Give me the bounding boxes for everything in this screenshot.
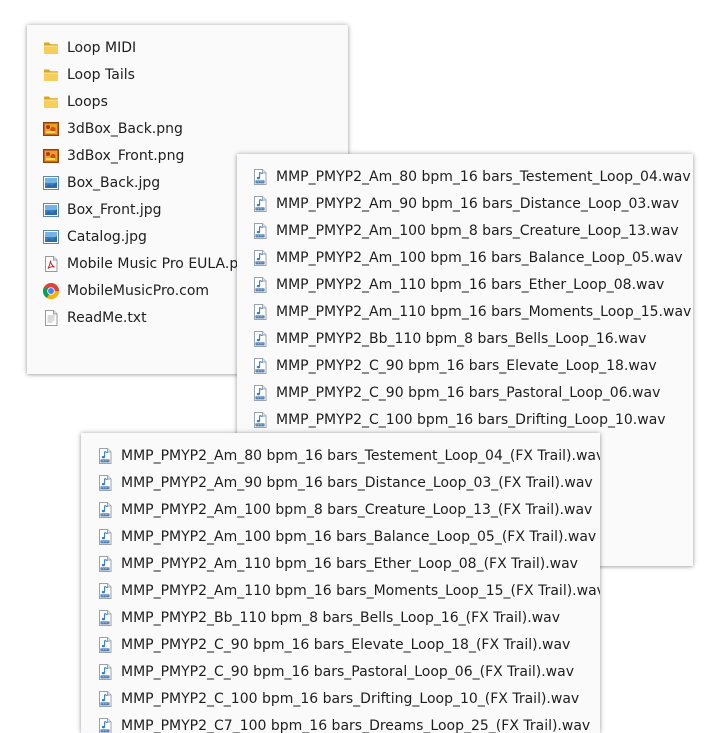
file-item-box-front-jpg[interactable]: Box_Front.jpg [27,196,252,223]
file-item-mobile-music-pro-eula-pdf[interactable]: Mobile Music Pro EULA.pdf [27,250,252,277]
wav-icon [251,168,269,186]
file-item-mmp-pmyp2-am-110-bpm-16-bars-ether-loop-08-wav[interactable]: MMP_PMYP2_Am_110 bpm_16 bars_Ether_Loop_… [237,271,691,298]
file-name: MobileMusicPro.com [67,282,209,300]
file-item-mmp-pmyp2-am-80-bpm-16-bars-testement-loop-04-wav[interactable]: MMP_PMYP2_Am_80 bpm_16 bars_Testement_Lo… [237,163,691,190]
file-list: MMP_PMYP2_Am_80 bpm_16 bars_Testement_Lo… [81,442,600,733]
file-name: Loop MIDI [67,39,136,57]
file-item-mmp-pmyp2-am-90-bpm-16-bars-distance-loop-03-wav[interactable]: MMP_PMYP2_Am_90 bpm_16 bars_Distance_Loo… [237,190,691,217]
file-item-mmp-pmyp2-c-90-bpm-16-bars-elevate-loop-18-wav[interactable]: MMP_PMYP2_C_90 bpm_16 bars_Elevate_Loop_… [237,352,691,379]
wav-icon [251,330,269,348]
file-name: MMP_PMYP2_Am_90 bpm_16 bars_Distance_Loo… [276,195,679,213]
text-file-icon [42,309,60,327]
file-item-readme-txt[interactable]: ReadMe.txt [27,304,252,331]
file-name: 3dBox_Front.png [67,147,184,165]
file-list: Loop MIDI Loop Tails Loops 3dBox_Back.png 3d… [27,34,252,331]
file-item-mmp-pmyp2-am-100-bpm-8-bars-creature-loop-13-fx-trail-wav[interactable]: MMP_PMYP2_Am_100 bpm_8 bars_Creature_Loo… [81,496,600,523]
jpg-image-icon [42,174,60,192]
jpg-image-icon [42,201,60,219]
file-name: MMP_PMYP2_Am_110 bpm_16 bars_Ether_Loop_… [276,276,664,294]
file-name: MMP_PMYP2_C_100 bpm_16 bars_Drifting_Loo… [121,690,579,708]
file-item-box-back-jpg[interactable]: Box_Back.jpg [27,169,252,196]
wav-icon [96,690,114,708]
wav-icon [251,303,269,321]
file-item-mmp-pmyp2-am-100-bpm-8-bars-creature-loop-13-wav[interactable]: MMP_PMYP2_Am_100 bpm_8 bars_Creature_Loo… [237,217,691,244]
file-item-3dbox-front-png[interactable]: 3dBox_Front.png [27,142,252,169]
file-item-catalog-jpg[interactable]: Catalog.jpg [27,223,252,250]
jpg-image-icon [42,228,60,246]
file-item-loop-tails[interactable]: Loop Tails [27,61,252,88]
file-name: MMP_PMYP2_Am_110 bpm_16 bars_Moments_Loo… [276,303,691,321]
wav-icon [96,609,114,627]
wav-icon [251,222,269,240]
wav-icon [96,447,114,465]
file-item-mmp-pmyp2-bb-110-bpm-8-bars-bells-loop-16-fx-trail-wav[interactable]: MMP_PMYP2_Bb_110 bpm_8 bars_Bells_Loop_1… [81,604,600,631]
file-name: Box_Back.jpg [67,174,160,192]
file-item-3dbox-back-png[interactable]: 3dBox_Back.png [27,115,252,142]
file-name: MMP_PMYP2_C_90 bpm_16 bars_Pastoral_Loop… [121,663,574,681]
file-name: MMP_PMYP2_Am_80 bpm_16 bars_Testement_Lo… [276,168,691,186]
file-list-panel-fx-trails: MMP_PMYP2_Am_80 bpm_16 bars_Testement_Lo… [81,433,600,733]
file-item-mmp-pmyp2-c7-100-bpm-16-bars-dreams-loop-25-fx-trail-wav[interactable]: MMP_PMYP2_C7_100 bpm_16 bars_Dreams_Loop… [81,712,600,733]
file-name: MMP_PMYP2_C_90 bpm_16 bars_Elevate_Loop_… [276,357,657,375]
wav-icon [251,276,269,294]
file-name: MMP_PMYP2_Am_110 bpm_16 bars_Ether_Loop_… [121,555,578,573]
file-name: MMP_PMYP2_Am_110 bpm_16 bars_Moments_Loo… [121,582,600,600]
file-name: MMP_PMYP2_Am_100 bpm_16 bars_Balance_Loo… [276,249,683,267]
file-name: Mobile Music Pro EULA.pdf [67,255,252,273]
file-item-mmp-pmyp2-am-100-bpm-16-bars-balance-loop-05-fx-trail-wav[interactable]: MMP_PMYP2_Am_100 bpm_16 bars_Balance_Loo… [81,523,600,550]
file-name: MMP_PMYP2_C7_100 bpm_16 bars_Dreams_Loop… [121,717,590,733]
file-item-mmp-pmyp2-c-90-bpm-16-bars-pastoral-loop-06-wav[interactable]: MMP_PMYP2_C_90 bpm_16 bars_Pastoral_Loop… [237,379,691,406]
file-item-mobilemusicpro-com[interactable]: MobileMusicPro.com [27,277,252,304]
file-name: 3dBox_Back.png [67,120,183,138]
file-item-mmp-pmyp2-bb-110-bpm-8-bars-bells-loop-16-wav[interactable]: MMP_PMYP2_Bb_110 bpm_8 bars_Bells_Loop_1… [237,325,691,352]
chrome-icon [42,282,60,300]
wav-icon [251,384,269,402]
wav-icon [251,357,269,375]
file-name: MMP_PMYP2_C_90 bpm_16 bars_Pastoral_Loop… [276,384,660,402]
wav-icon [96,474,114,492]
folder-icon [42,39,60,57]
file-item-mmp-pmyp2-am-80-bpm-16-bars-testement-loop-04-fx-trail-wav[interactable]: MMP_PMYP2_Am_80 bpm_16 bars_Testement_Lo… [81,442,600,469]
file-name: MMP_PMYP2_Am_100 bpm_8 bars_Creature_Loo… [276,222,679,240]
file-name: MMP_PMYP2_Bb_110 bpm_8 bars_Bells_Loop_1… [121,609,560,627]
file-name: MMP_PMYP2_Am_90 bpm_16 bars_Distance_Loo… [121,474,593,492]
file-item-mmp-pmyp2-c-100-bpm-16-bars-drifting-loop-10-wav[interactable]: MMP_PMYP2_C_100 bpm_16 bars_Drifting_Loo… [237,406,691,433]
file-name: MMP_PMYP2_C_90 bpm_16 bars_Elevate_Loop_… [121,636,570,654]
file-name: MMP_PMYP2_Am_80 bpm_16 bars_Testement_Lo… [121,447,600,465]
wav-icon [96,636,114,654]
wav-icon [96,663,114,681]
wav-icon [96,717,114,733]
file-item-loop-midi[interactable]: Loop MIDI [27,34,252,61]
folder-icon [42,93,60,111]
file-item-mmp-pmyp2-am-90-bpm-16-bars-distance-loop-03-fx-trail-wav[interactable]: MMP_PMYP2_Am_90 bpm_16 bars_Distance_Loo… [81,469,600,496]
png-image-icon [42,147,60,165]
file-name: Loops [67,93,108,111]
file-name: MMP_PMYP2_C_100 bpm_16 bars_Drifting_Loo… [276,411,666,429]
file-name: MMP_PMYP2_Am_100 bpm_8 bars_Creature_Loo… [121,501,592,519]
file-name: ReadMe.txt [67,309,147,327]
file-item-mmp-pmyp2-am-100-bpm-16-bars-balance-loop-05-wav[interactable]: MMP_PMYP2_Am_100 bpm_16 bars_Balance_Loo… [237,244,691,271]
png-image-icon [42,120,60,138]
wav-icon [96,528,114,546]
pdf-icon [42,255,60,273]
file-item-mmp-pmyp2-c-100-bpm-16-bars-drifting-loop-10-fx-trail-wav[interactable]: MMP_PMYP2_C_100 bpm_16 bars_Drifting_Loo… [81,685,600,712]
file-item-mmp-pmyp2-c-90-bpm-16-bars-elevate-loop-18-fx-trail-wav[interactable]: MMP_PMYP2_C_90 bpm_16 bars_Elevate_Loop_… [81,631,600,658]
file-name: Loop Tails [67,66,135,84]
wav-icon [251,411,269,429]
file-item-mmp-pmyp2-am-110-bpm-16-bars-moments-loop-15-fx-trail-wav[interactable]: MMP_PMYP2_Am_110 bpm_16 bars_Moments_Loo… [81,577,600,604]
file-name: Box_Front.jpg [67,201,162,219]
folder-icon [42,66,60,84]
wav-icon [96,582,114,600]
file-item-loops[interactable]: Loops [27,88,252,115]
wav-icon [96,555,114,573]
file-item-mmp-pmyp2-am-110-bpm-16-bars-moments-loop-15-wav[interactable]: MMP_PMYP2_Am_110 bpm_16 bars_Moments_Loo… [237,298,691,325]
file-name: MMP_PMYP2_Bb_110 bpm_8 bars_Bells_Loop_1… [276,330,646,348]
file-item-mmp-pmyp2-am-110-bpm-16-bars-ether-loop-08-fx-trail-wav[interactable]: MMP_PMYP2_Am_110 bpm_16 bars_Ether_Loop_… [81,550,600,577]
wav-icon [251,249,269,267]
file-name: MMP_PMYP2_Am_100 bpm_16 bars_Balance_Loo… [121,528,596,546]
wav-icon [251,195,269,213]
file-item-mmp-pmyp2-c-90-bpm-16-bars-pastoral-loop-06-fx-trail-wav[interactable]: MMP_PMYP2_C_90 bpm_16 bars_Pastoral_Loop… [81,658,600,685]
wav-icon [96,501,114,519]
file-name: Catalog.jpg [67,228,147,246]
